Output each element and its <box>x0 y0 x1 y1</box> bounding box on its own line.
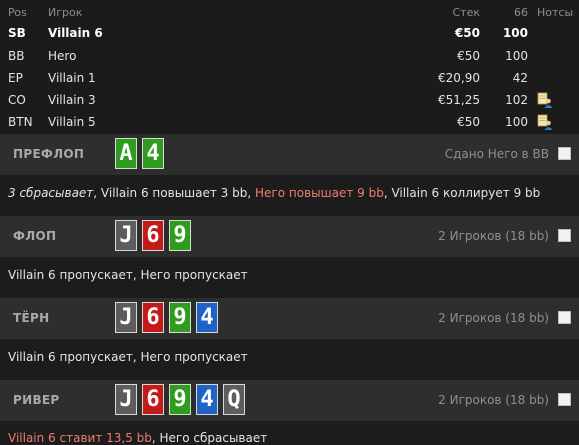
card: 4 <box>196 384 218 415</box>
street-turn: ТЁРН J 6 9 4 2 Игроков (18 bb) <box>0 298 579 339</box>
player-row[interactable]: SB Villain 6 €50 100 <box>0 23 579 45</box>
player-row[interactable]: CO Villain 3 €51,25 102 <box>0 90 579 112</box>
card: J <box>115 384 137 415</box>
street-checkbox[interactable] <box>558 311 571 324</box>
card: 9 <box>169 220 191 251</box>
action-text: , Villain 6 коллирует 9 bb <box>383 186 541 200</box>
header-pos: Pos <box>8 6 27 19</box>
player-hands: 100 <box>505 49 528 63</box>
player-hands: 42 <box>512 71 528 85</box>
card: 4 <box>196 302 218 333</box>
street-title: ФЛОП <box>13 229 57 243</box>
player-stack: €50 <box>454 26 480 40</box>
header-player: Игрок <box>48 6 83 19</box>
player-pos: SB <box>8 26 26 40</box>
card: 9 <box>169 384 191 415</box>
player-hands: 102 <box>505 93 528 107</box>
street-river: РИВЕР J 6 9 4 Q 2 Игроков (18 bb) <box>0 380 579 421</box>
player-name[interactable]: Villain 1 <box>48 71 96 85</box>
card: 9 <box>169 302 191 333</box>
players-table: Pos Игрок Стек 66 Нотсы SB Villain 6 €50… <box>0 0 579 134</box>
player-pos: EP <box>8 71 23 85</box>
player-row[interactable]: EP Villain 1 €20,90 42 <box>0 68 579 90</box>
player-stack: €51,25 <box>438 93 480 107</box>
villain-action-text: Villain 6 ставит 13,5 bb <box>8 431 152 445</box>
card: 4 <box>142 138 164 169</box>
player-pos: BTN <box>8 115 33 129</box>
header-notes: Нотсы <box>537 6 574 19</box>
player-pos: CO <box>8 93 26 107</box>
action-line-flop: Villain 6 пропускает, Него пропускает <box>8 268 248 282</box>
player-name[interactable]: Hero <box>48 49 76 63</box>
action-line-preflop: 3 сбрасывает, Villain 6 повышает 3 bb, Н… <box>8 186 540 200</box>
street-info: Сдано Него в BB <box>444 147 549 161</box>
player-name[interactable]: Villain 3 <box>48 93 96 107</box>
player-name[interactable]: Villain 5 <box>48 115 96 129</box>
street-info: 2 Игроков (18 bb) <box>438 229 549 243</box>
header-hands: 66 <box>514 6 528 19</box>
street-info: 2 Игроков (18 bb) <box>438 393 549 407</box>
player-hands: 100 <box>505 115 528 129</box>
action-text: , Villain 6 повышает 3 bb, <box>93 186 255 200</box>
player-row[interactable]: BB Hero €50 100 <box>0 46 579 68</box>
action-text: , Него сбрасывает <box>151 431 268 445</box>
street-checkbox[interactable] <box>558 393 571 406</box>
action-text: 3 сбрасывает <box>8 186 94 200</box>
street-checkbox[interactable] <box>558 147 571 160</box>
card: Q <box>223 384 245 415</box>
player-stack: €50 <box>457 115 480 129</box>
street-title: РИВЕР <box>13 393 60 407</box>
note-person-icon[interactable] <box>537 92 553 108</box>
street-preflop: ПРЕФЛОП A 4 Сдано Него в BB <box>0 134 579 175</box>
card: 6 <box>142 384 164 415</box>
card: A <box>115 138 137 169</box>
street-title: ТЁРН <box>13 311 50 325</box>
note-person-icon[interactable] <box>537 114 553 130</box>
card: J <box>115 302 137 333</box>
street-info: 2 Игроков (18 bb) <box>438 311 549 325</box>
card: J <box>115 220 137 251</box>
card: 6 <box>142 302 164 333</box>
street-flop: ФЛОП J 6 9 2 Игроков (18 bb) <box>0 216 579 257</box>
player-name[interactable]: Villain 6 <box>48 26 103 40</box>
card: 6 <box>142 220 164 251</box>
action-line-turn: Villain 6 пропускает, Него пропускает <box>8 350 248 364</box>
player-stack: €50 <box>457 49 480 63</box>
players-header-row: Pos Игрок Стек 66 Нотсы <box>0 0 579 22</box>
player-stack: €20,90 <box>438 71 480 85</box>
street-checkbox[interactable] <box>558 229 571 242</box>
action-line-river: Villain 6 ставит 13,5 bb, Него сбрасывае… <box>8 431 267 445</box>
player-hands: 100 <box>502 26 528 40</box>
player-pos: BB <box>8 49 25 63</box>
player-row[interactable]: BTN Villain 5 €50 100 <box>0 112 579 134</box>
hero-action-text: Него повышает 9 bb <box>255 186 384 200</box>
street-title: ПРЕФЛОП <box>13 147 85 161</box>
header-stack: Стек <box>452 6 481 19</box>
